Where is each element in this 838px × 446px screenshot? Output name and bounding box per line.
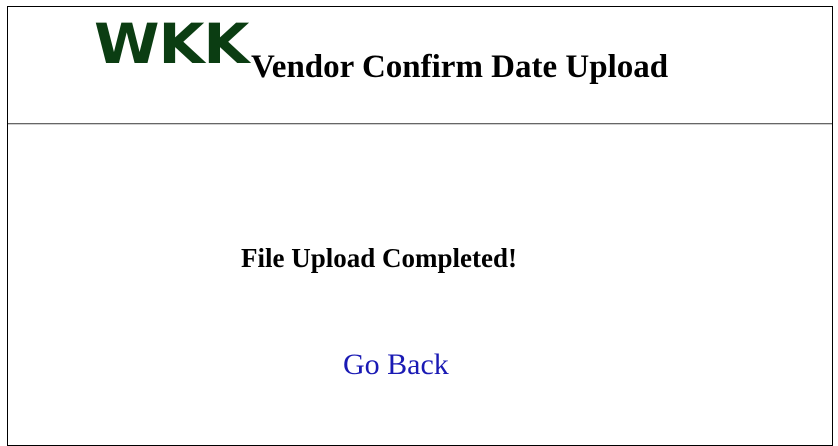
page-title: Vendor Confirm Date Upload xyxy=(251,49,669,85)
page-frame: WKK Vendor Confirm Date Upload File Uplo… xyxy=(7,6,833,446)
company-logo: WKK xyxy=(94,12,249,76)
header-divider xyxy=(8,123,832,125)
go-back-link[interactable]: Go Back xyxy=(343,347,449,383)
upload-status-message: File Upload Completed! xyxy=(241,243,517,273)
page-header: WKK Vendor Confirm Date Upload xyxy=(8,7,832,123)
